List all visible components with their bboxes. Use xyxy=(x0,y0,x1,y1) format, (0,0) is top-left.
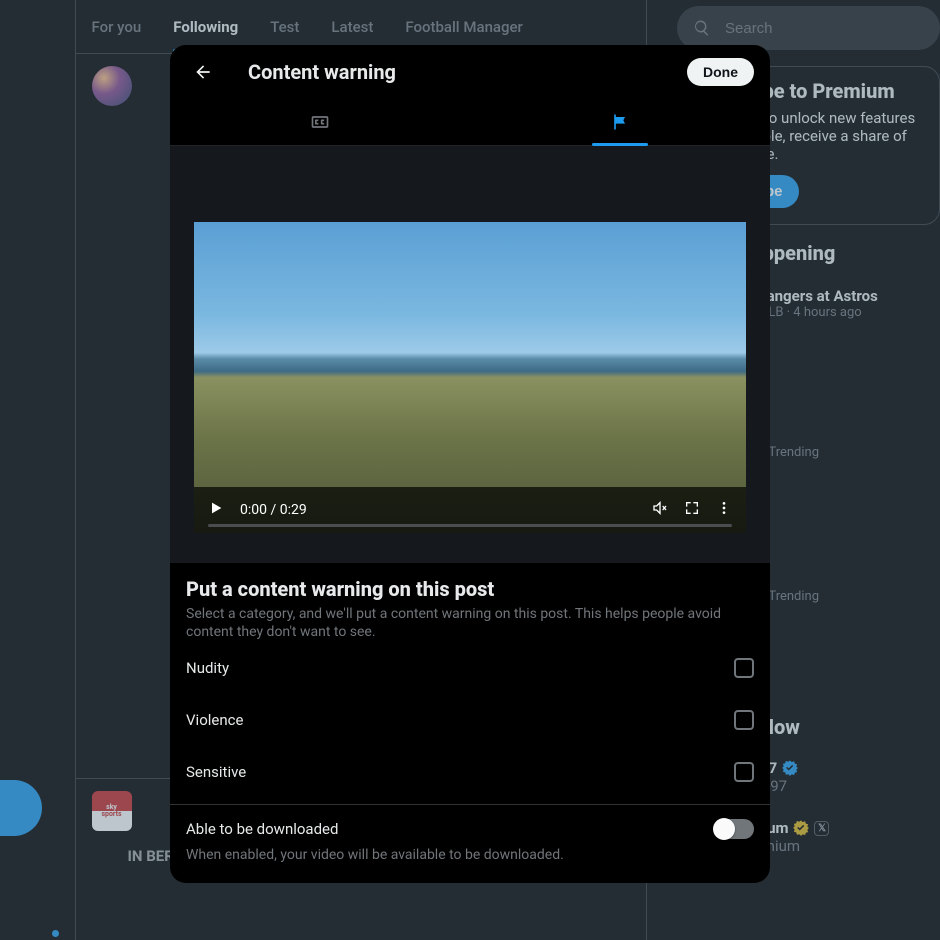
cw-description: Select a category, and we'll put a conte… xyxy=(186,605,754,643)
checkbox[interactable] xyxy=(734,710,754,730)
checkbox[interactable] xyxy=(734,762,754,782)
mute-icon xyxy=(652,500,668,516)
back-button[interactable] xyxy=(186,55,220,89)
fullscreen-icon xyxy=(684,500,700,516)
mute-button[interactable] xyxy=(652,500,668,520)
done-button[interactable]: Done xyxy=(687,58,754,86)
video-controls: 0:00 / 0:29 xyxy=(194,487,746,533)
flag-icon xyxy=(610,112,630,132)
cw-heading: Put a content warning on this post xyxy=(186,577,754,601)
video-frame[interactable]: 0:00 / 0:29 xyxy=(194,222,746,533)
download-label: Able to be downloaded xyxy=(186,820,338,838)
cc-icon xyxy=(310,112,330,132)
modal-title: Content warning xyxy=(248,60,659,84)
more-button[interactable] xyxy=(716,500,732,520)
option-nudity[interactable]: Nudity xyxy=(170,642,770,694)
tab-flag[interactable] xyxy=(470,98,770,145)
download-desc: When enabled, your video will be availab… xyxy=(186,847,754,863)
more-icon xyxy=(716,500,732,516)
option-label: Sensitive xyxy=(186,763,246,781)
progress-bar[interactable] xyxy=(208,524,732,527)
modal-scrim[interactable]: Content warning Done 0:00 / 0:29 xyxy=(0,0,940,940)
arrow-left-icon xyxy=(193,62,213,82)
option-sensitive[interactable]: Sensitive xyxy=(170,746,770,798)
content-warning-modal: Content warning Done 0:00 / 0:29 xyxy=(170,45,770,883)
play-button[interactable] xyxy=(208,500,224,520)
checkbox[interactable] xyxy=(734,658,754,678)
option-label: Violence xyxy=(186,711,243,729)
video-preview: 0:00 / 0:29 xyxy=(170,146,770,563)
download-toggle[interactable] xyxy=(714,819,754,839)
fullscreen-button[interactable] xyxy=(684,500,700,520)
option-label: Nudity xyxy=(186,659,229,677)
video-time: 0:00 / 0:29 xyxy=(240,502,307,518)
play-icon xyxy=(208,500,224,516)
tab-captions[interactable] xyxy=(170,98,470,145)
option-violence[interactable]: Violence xyxy=(170,694,770,746)
